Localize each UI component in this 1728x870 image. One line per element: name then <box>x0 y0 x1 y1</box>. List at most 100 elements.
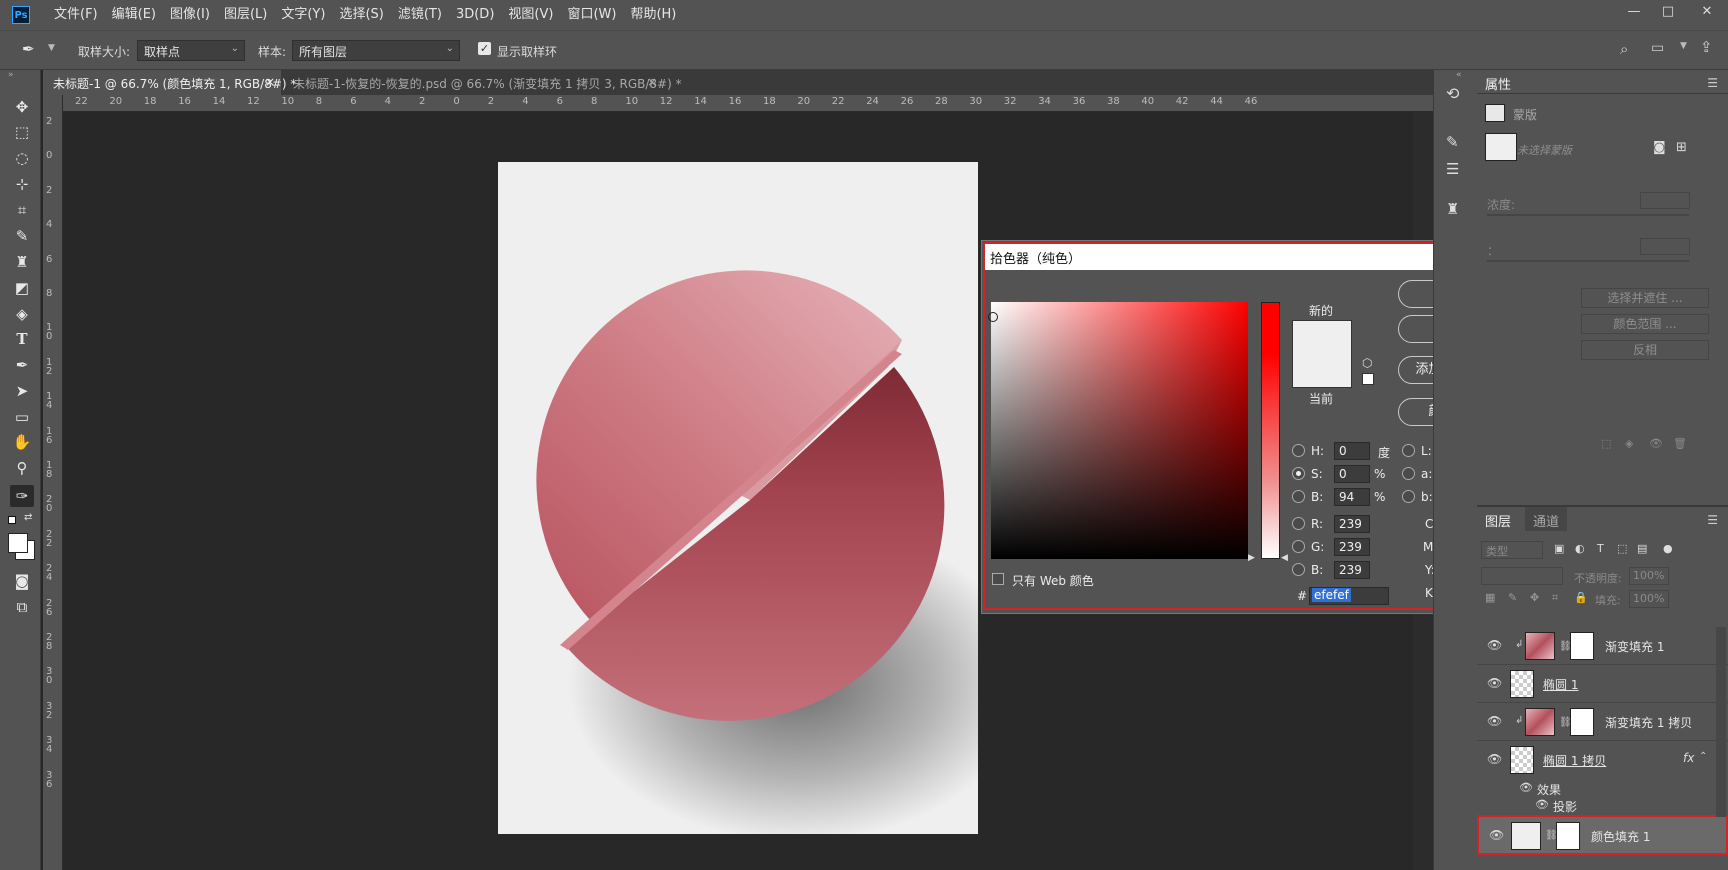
foreground-color-swatch[interactable] <box>8 533 28 553</box>
delete-mask-icon[interactable]: 🗑 <box>1673 437 1687 450</box>
zoom-tool-icon[interactable]: ⚲ <box>10 457 34 479</box>
radio-g[interactable] <box>1292 540 1305 553</box>
layers-scrollbar[interactable] <box>1716 627 1726 817</box>
out-of-gamut-cube-icon[interactable]: ⬡ <box>1362 356 1372 370</box>
field-g-input[interactable]: 239 <box>1334 538 1370 556</box>
menu-file[interactable]: 文件(F) <box>47 0 105 30</box>
visibility-eye-icon[interactable]: 👁 <box>1487 752 1502 766</box>
swap-colors-icon[interactable]: ⇄ <box>24 512 32 523</box>
lock-transparent-icon[interactable]: ▦ <box>1485 591 1495 604</box>
dialog-title-bar[interactable]: 拾色器（纯色） ✕ <box>983 242 1508 270</box>
layer-row[interactable]: 👁 ↲ ⛓ 渐变填充 1 <box>1477 627 1728 665</box>
collapse-effects-chevron-icon[interactable]: ⌃ <box>1699 751 1707 762</box>
lock-all-icon[interactable]: 🔒 <box>1574 591 1588 604</box>
select-and-mask-button[interactable]: 选择并遮住 ... <box>1581 288 1709 308</box>
field-r-input[interactable]: 239 <box>1334 515 1370 533</box>
filter-adjustment-icon[interactable]: ◐ <box>1575 542 1585 555</box>
layer-row[interactable]: 👁 椭圆 1 <box>1477 665 1728 703</box>
layer-row[interactable]: 👁 椭圆 1 拷贝 fx ⌃ <box>1477 741 1728 779</box>
document-canvas[interactable] <box>498 162 1028 842</box>
path-select-tool-icon[interactable]: ➤ <box>10 380 34 402</box>
layer-mask-thumbnail[interactable] <box>1556 822 1580 850</box>
feather-input[interactable] <box>1640 238 1690 255</box>
horizontal-ruler[interactable]: 22 20 18 16 14 12 10 8 6 4 2 0 2 4 6 8 10 12 14 16 18 20 22 24 2… <box>63 95 1433 112</box>
close-window-button[interactable]: ✕ <box>1690 0 1724 22</box>
panel-menu-icon[interactable]: ☰ <box>1707 76 1718 90</box>
effects-eye-icon[interactable]: 👁 <box>1519 781 1533 794</box>
tab-close-icon[interactable]: × <box>265 75 275 89</box>
sample-select[interactable]: 所有图层 ⌄ <box>292 40 460 61</box>
invert-button[interactable]: 反相 <box>1581 340 1709 360</box>
clone-source-icon[interactable]: ♜ <box>1446 200 1459 218</box>
selection-from-mask-icon[interactable]: ⬚ <box>1601 437 1611 450</box>
saturation-brightness-field[interactable] <box>988 302 1248 559</box>
filter-shape-icon[interactable]: ⬚ <box>1617 542 1627 555</box>
visibility-eye-icon[interactable]: 👁 <box>1487 676 1502 690</box>
lock-position-icon[interactable]: ✥ <box>1530 591 1539 604</box>
visibility-eye-icon[interactable]: 👁 <box>1487 714 1502 728</box>
filter-toggle-icon[interactable]: ● <box>1663 542 1673 555</box>
density-input[interactable] <box>1640 192 1690 209</box>
tab-channels[interactable]: 通道 <box>1525 507 1568 531</box>
hue-slider[interactable] <box>1261 302 1280 559</box>
menu-edit[interactable]: 编辑(E) <box>105 0 163 30</box>
radio-blue[interactable] <box>1292 563 1305 576</box>
lasso-tool-icon[interactable]: ◌ <box>10 147 34 169</box>
brush-tool-icon[interactable]: ✎ <box>10 225 34 247</box>
apply-mask-icon[interactable]: ◈ <box>1625 437 1633 450</box>
share-icon[interactable]: ⇪ <box>1700 38 1713 56</box>
visibility-eye-icon[interactable]: 👁 <box>1487 638 1502 652</box>
workspace-icon[interactable]: ▭ <box>1651 40 1664 56</box>
sample-size-select[interactable]: 取样点 ⌄ <box>137 40 245 61</box>
lock-artboard-icon[interactable]: ⌗ <box>1552 591 1558 605</box>
hex-input[interactable]: efefef <box>1309 587 1389 605</box>
layer-effects-fx-icon[interactable]: fx <box>1683 751 1694 765</box>
effects-row[interactable]: 👁 效果 <box>1477 779 1728 797</box>
radio-s[interactable] <box>1292 467 1305 480</box>
density-slider[interactable] <box>1487 214 1689 216</box>
brush-settings-icon[interactable]: ✎ <box>1446 133 1459 151</box>
fill-input[interactable]: 100% <box>1629 590 1669 608</box>
minimize-button[interactable]: — <box>1617 0 1651 22</box>
menu-window[interactable]: 窗口(W) <box>560 0 623 30</box>
lock-pixels-icon[interactable]: ✎ <box>1508 591 1517 604</box>
layer-row[interactable]: 👁 ↲ ⛓ 渐变填充 1 拷贝 <box>1477 703 1728 741</box>
move-tool-icon[interactable]: ✥ <box>10 96 34 118</box>
restore-button[interactable]: □ <box>1651 0 1685 22</box>
default-colors-icon[interactable] <box>8 516 16 524</box>
layer-mask-thumbnail[interactable] <box>1570 632 1594 660</box>
menu-image[interactable]: 图像(I) <box>163 0 217 30</box>
hue-slider-left-handle[interactable]: ▶ <box>1248 553 1255 563</box>
radio-l[interactable] <box>1402 444 1415 457</box>
paint-bucket-tool-icon[interactable]: ◈ <box>10 303 34 325</box>
opacity-input[interactable]: 100% <box>1629 567 1669 585</box>
web-safe-swatch-icon[interactable] <box>1362 373 1374 385</box>
menu-type[interactable]: 文字(Y) <box>274 0 332 30</box>
vertical-ruler[interactable]: 2 0 2 4 6 8 10 12 14 16 18 20 22 24 26 28 30 32 34 36 <box>43 95 63 870</box>
add-pixel-mask-icon[interactable]: ◙ <box>1653 140 1666 155</box>
tab-layers[interactable]: 图层 <box>1477 507 1520 531</box>
marquee-tool-icon[interactable]: ⬚ <box>10 121 34 143</box>
adjustments-icon[interactable]: ☰ <box>1446 160 1459 178</box>
show-ring-checkbox[interactable]: ✓ <box>478 42 491 55</box>
field-blue-input[interactable]: 239 <box>1334 561 1370 579</box>
quick-select-tool-icon[interactable]: ⊹ <box>10 173 34 195</box>
tab-document-2[interactable]: 未标题-1-恢复的-恢复的.psd @ 66.7% (渐变填充 1 拷贝 3, … <box>283 70 682 95</box>
collapse-icon[interactable]: » <box>8 70 14 80</box>
menu-select[interactable]: 选择(S) <box>332 0 390 30</box>
radio-b[interactable] <box>1292 490 1305 503</box>
toggle-mask-icon[interactable]: 👁 <box>1649 437 1663 450</box>
tab-close-icon[interactable]: × <box>647 75 657 89</box>
layer-filter-select[interactable]: 类型 <box>1481 541 1543 559</box>
menu-layer[interactable]: 图层(L) <box>217 0 274 30</box>
crop-tool-icon[interactable]: ⌗ <box>10 199 34 221</box>
history-icon[interactable]: ⟲ <box>1446 84 1459 103</box>
eyedropper-tool-icon[interactable]: ✑ <box>10 485 34 507</box>
layer-name[interactable]: 渐变填充 1 <box>1605 638 1664 655</box>
layer-name[interactable]: 椭圆 1 拷贝 <box>1543 752 1606 769</box>
eyedropper-preset-icon[interactable]: ✒ <box>22 40 35 58</box>
blend-mode-select[interactable] <box>1481 567 1563 585</box>
screen-mode-icon[interactable]: ⧉ <box>10 596 34 618</box>
current-color-swatch[interactable] <box>1293 355 1351 387</box>
rectangle-tool-icon[interactable]: ▭ <box>10 406 34 428</box>
